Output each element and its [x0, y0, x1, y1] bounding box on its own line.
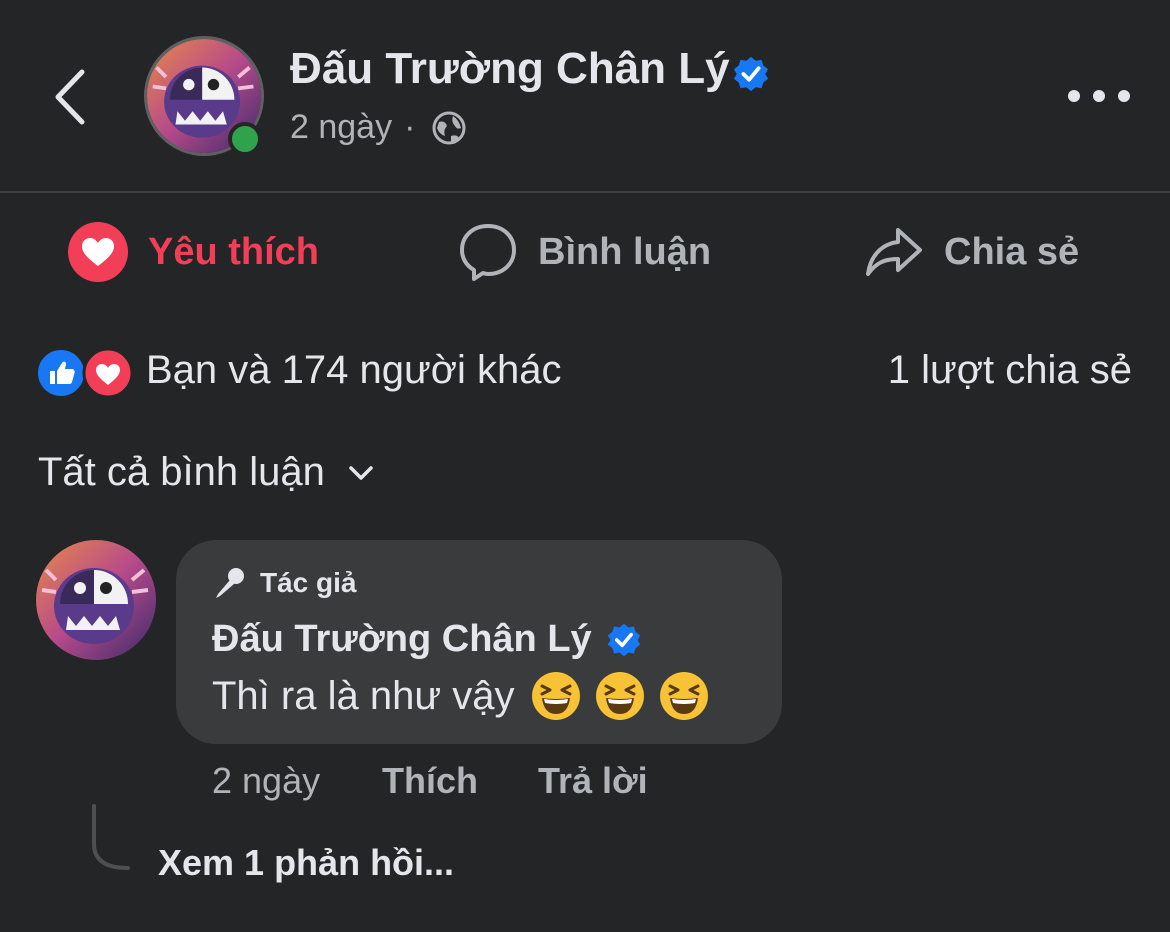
- laughing-face-emoji-icon: [660, 672, 709, 720]
- comment-filter-dropdown[interactable]: Tất cả bình luận: [38, 450, 377, 495]
- verified-badge-icon: [733, 56, 769, 92]
- comment-bubble-icon: [460, 224, 516, 281]
- header-divider: [0, 191, 1170, 193]
- comment-like-button[interactable]: Thích: [382, 760, 478, 802]
- post-time[interactable]: 2 ngày: [290, 108, 392, 147]
- post-meta: 2 ngày ·: [290, 108, 467, 147]
- love-reaction-small-icon: [82, 348, 134, 398]
- comment-author-name[interactable]: Đấu Trường Chân Lý: [212, 618, 642, 661]
- page-name[interactable]: Đấu Trường Chân Lý: [290, 44, 730, 94]
- comment-author-avatar[interactable]: [36, 540, 156, 660]
- comment-text: Thì ra là như vậy: [212, 670, 722, 722]
- globe-icon: [432, 111, 466, 144]
- laughing-face-emoji-icon: [532, 672, 581, 720]
- comment-label: Bình luận: [538, 230, 712, 273]
- verified-badge-icon: [607, 623, 640, 656]
- view-replies-link[interactable]: Xem 1 phản hồi...: [158, 842, 454, 884]
- chevron-left-icon: [55, 69, 85, 125]
- emoji-row: [530, 670, 722, 722]
- comment-author-label: Đấu Trường Chân Lý: [212, 618, 592, 660]
- comment-reply-button[interactable]: Trả lời: [538, 760, 648, 802]
- more-options-button[interactable]: [1068, 84, 1130, 108]
- share-label: Chia sẻ: [944, 230, 1080, 273]
- comment-button[interactable]: Bình luận: [458, 222, 711, 282]
- share-count[interactable]: 1 lượt chia sẻ: [888, 348, 1132, 393]
- share-arrow-icon: [866, 228, 922, 276]
- heart-reaction-icon: [68, 222, 128, 282]
- reaction-icons[interactable]: [36, 348, 136, 398]
- meta-separator: ·: [404, 108, 416, 146]
- love-reaction-button[interactable]: Yêu thích: [68, 222, 319, 282]
- author-badge-label: Tác giả: [260, 567, 357, 598]
- back-button[interactable]: [48, 66, 96, 128]
- love-label: Yêu thích: [148, 230, 320, 273]
- reactions-summary[interactable]: Bạn và 174 người khác: [146, 348, 562, 393]
- laughing-face-emoji-icon: [596, 672, 645, 720]
- share-button[interactable]: Chia sẻ: [864, 222, 1079, 282]
- axolotl-logo-icon: [36, 540, 156, 660]
- comment-time[interactable]: 2 ngày: [212, 760, 320, 802]
- author-badge: Tác giả: [212, 566, 356, 600]
- comment-filter-label: Tất cả bình luận: [38, 450, 325, 494]
- reply-thread-line: [92, 804, 130, 870]
- microphone-icon: [216, 568, 244, 598]
- online-status-indicator: [228, 122, 262, 156]
- comment-body: Thì ra là như vậy: [212, 673, 515, 718]
- like-reaction-icon: [36, 348, 86, 398]
- more-horizontal-icon: [1068, 90, 1080, 102]
- chevron-down-icon: [349, 465, 373, 480]
